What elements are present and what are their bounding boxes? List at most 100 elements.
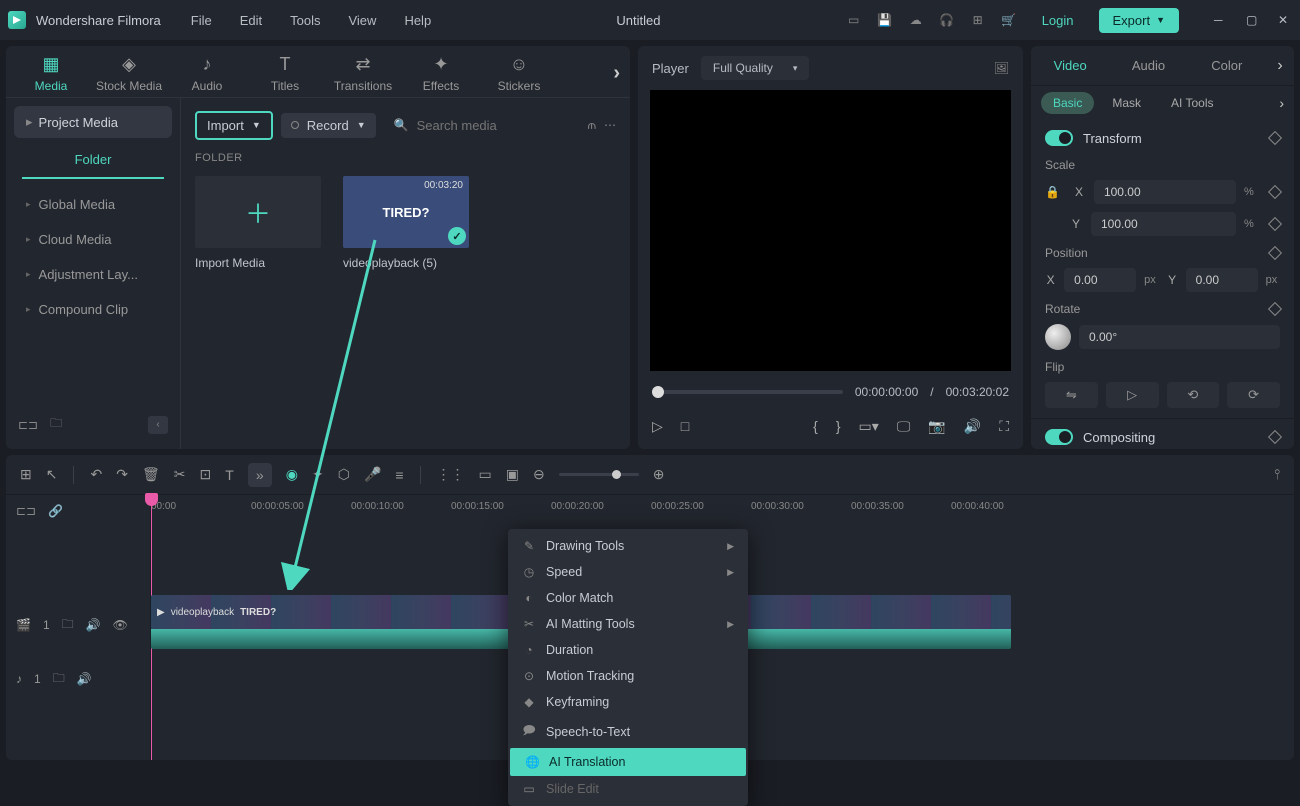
tab-effects[interactable]: ✦Effects: [406, 55, 476, 93]
folder-track-icon[interactable]: 🗀: [62, 615, 74, 636]
keyframe-diamond-icon[interactable]: [1268, 430, 1282, 444]
zoom-in-icon[interactable]: ⊕: [653, 466, 665, 483]
timeline-ruler[interactable]: 00:00 00:00:05:00 00:00:10:00 00:00:15:0…: [151, 495, 1294, 527]
subtab-ai-tools[interactable]: AI Tools: [1159, 92, 1225, 114]
redo-icon[interactable]: ↷: [116, 466, 128, 483]
grid-icon[interactable]: ⊞: [20, 466, 32, 483]
timeline-settings-icon[interactable]: ⫯: [1274, 466, 1280, 483]
sidebar-item-compound-clip[interactable]: Compound Clip: [14, 292, 172, 327]
flip-horizontal-button[interactable]: ⇋: [1045, 382, 1098, 408]
collapse-sidebar-icon[interactable]: ‹: [148, 416, 168, 434]
menu-tools[interactable]: Tools: [290, 13, 320, 28]
project-media-header[interactable]: ▸ Project Media: [14, 106, 172, 138]
screen-icon[interactable]: ▭: [846, 12, 862, 28]
import-button[interactable]: Import▼: [195, 111, 273, 140]
folder-open-icon[interactable]: 🗀: [50, 414, 62, 435]
rtab-video[interactable]: Video: [1031, 46, 1109, 85]
preview-screen[interactable]: [650, 90, 1011, 371]
volume-track-icon[interactable]: 🔊: [86, 618, 101, 632]
tab-transitions[interactable]: ⇄Transitions: [328, 55, 398, 93]
subtabs-more-icon[interactable]: ›: [1279, 95, 1284, 111]
aspect-icon[interactable]: ▭▾: [859, 418, 879, 435]
apps-icon[interactable]: ⊞: [970, 12, 986, 28]
keyframe-diamond-icon[interactable]: [1268, 217, 1282, 231]
more-dots-icon[interactable]: ⋯: [604, 118, 616, 132]
position-x-input[interactable]: 0.00: [1064, 268, 1136, 292]
folder-tab[interactable]: Folder: [22, 142, 164, 179]
text-icon[interactable]: T: [225, 467, 234, 483]
keyframe-diamond-icon[interactable]: [1268, 246, 1282, 260]
delete-icon[interactable]: 🗑: [142, 466, 160, 483]
cursor-icon[interactable]: ↖: [46, 466, 58, 483]
search-input[interactable]: [417, 118, 537, 133]
maximize-icon[interactable]: ▢: [1246, 13, 1260, 27]
filter-icon[interactable]: ⫙: [588, 118, 596, 133]
play-icon[interactable]: ▷: [652, 418, 663, 435]
playback-scrubber[interactable]: [652, 390, 843, 394]
cart-icon[interactable]: 🛒: [1001, 12, 1017, 28]
audio-track-header[interactable]: ♪1 🗀 🔊: [6, 655, 150, 703]
subtab-mask[interactable]: Mask: [1100, 92, 1153, 114]
position-y-input[interactable]: 0.00: [1186, 268, 1258, 292]
tab-stickers[interactable]: ☺Stickers: [484, 55, 554, 93]
close-icon[interactable]: ✕: [1278, 13, 1292, 27]
new-folder-icon[interactable]: ⊏⊐: [18, 418, 38, 432]
volume-track-icon[interactable]: 🔊: [77, 672, 92, 686]
ctx-speed[interactable]: ◷Speed▶: [508, 559, 748, 585]
lock-icon[interactable]: 🔒: [1045, 185, 1060, 199]
sync-icon[interactable]: ⋮⋮: [437, 466, 465, 483]
mark-out-icon[interactable]: }: [836, 418, 841, 434]
menu-edit[interactable]: Edit: [240, 13, 262, 28]
quality-dropdown[interactable]: Full Quality▾: [701, 56, 810, 80]
zoom-out-icon[interactable]: ⊖: [533, 466, 545, 483]
ctx-ai-matting[interactable]: ✂AI Matting Tools▶: [508, 611, 748, 637]
stop-icon[interactable]: □: [681, 418, 689, 434]
video-track-header[interactable]: 🎬1 🗀 🔊 👁: [6, 595, 150, 655]
rotate-dial[interactable]: [1045, 324, 1071, 350]
display-icon[interactable]: 🖵: [897, 418, 911, 435]
scale-x-input[interactable]: 100.00: [1094, 180, 1236, 204]
voice-icon[interactable]: 🎤: [364, 466, 381, 483]
marker-icon[interactable]: ⬡: [338, 466, 350, 483]
cloud-icon[interactable]: ☁: [908, 12, 924, 28]
save-icon[interactable]: 💾: [877, 12, 893, 28]
keyframe-diamond-icon[interactable]: [1268, 302, 1282, 316]
transform-toggle[interactable]: [1045, 130, 1073, 146]
mixer-icon[interactable]: ≡: [395, 467, 403, 483]
rotate-cw-button[interactable]: ⟳: [1227, 382, 1280, 408]
folder-track-icon[interactable]: 🗀: [53, 669, 65, 690]
menu-view[interactable]: View: [348, 13, 376, 28]
minimize-icon[interactable]: ─: [1214, 13, 1228, 27]
subtab-basic[interactable]: Basic: [1041, 92, 1094, 114]
ctx-keyframing[interactable]: ◆Keyframing: [508, 689, 748, 715]
export-button[interactable]: Export▼: [1099, 8, 1180, 33]
menu-file[interactable]: File: [191, 13, 212, 28]
mark-in-icon[interactable]: {: [813, 418, 818, 434]
crop-icon[interactable]: ⊡: [199, 466, 211, 483]
tabs-more-icon[interactable]: ›: [613, 62, 620, 85]
ctx-duration[interactable]: ◔Duration: [508, 637, 748, 663]
expand-menu-icon[interactable]: »: [248, 463, 272, 487]
zoom-slider[interactable]: [559, 473, 639, 476]
flip-vertical-button[interactable]: ▷: [1106, 382, 1159, 408]
rotate-input[interactable]: 0.00°: [1079, 325, 1280, 349]
import-media-tile[interactable]: ＋: [195, 176, 321, 248]
ctx-drawing-tools[interactable]: ✎Drawing Tools▶: [508, 533, 748, 559]
sidebar-item-global-media[interactable]: Global Media: [14, 187, 172, 222]
volume-icon[interactable]: 🔊: [964, 418, 981, 435]
keyframe-diamond-icon[interactable]: [1268, 185, 1282, 199]
tab-audio[interactable]: ♪Audio: [172, 55, 242, 93]
link-icon[interactable]: 🔗: [48, 504, 63, 518]
ctx-color-match[interactable]: ◐Color Match: [508, 585, 748, 611]
login-button[interactable]: Login: [1032, 8, 1084, 33]
record-screen-icon[interactable]: ▭: [479, 466, 492, 483]
collapse-icon[interactable]: ⊏⊐: [16, 504, 36, 518]
tab-stock-media[interactable]: ◈Stock Media: [94, 55, 164, 93]
ctx-speech-to-text[interactable]: 🗩Speech-to-Text: [508, 715, 748, 748]
tab-titles[interactable]: TTitles: [250, 55, 320, 93]
sidebar-item-adjustment-layer[interactable]: Adjustment Lay...: [14, 257, 172, 292]
ctx-ai-translation[interactable]: 🌐AI Translation: [510, 748, 746, 776]
media-thumbnail[interactable]: 00:03:20 TIRED? ✓: [343, 176, 469, 248]
camera-icon[interactable]: 📷: [928, 418, 945, 435]
rtabs-more-icon[interactable]: ›: [1266, 57, 1294, 75]
